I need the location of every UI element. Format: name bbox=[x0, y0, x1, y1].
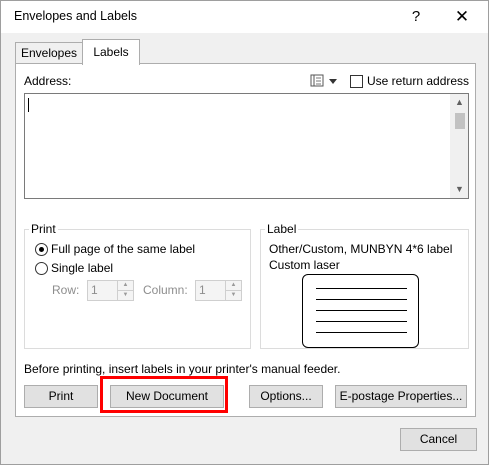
single-label-label: Single label bbox=[51, 261, 114, 275]
preview-line bbox=[316, 299, 407, 300]
label-preview[interactable] bbox=[302, 274, 419, 348]
e-postage-properties-button[interactable]: E-postage Properties... bbox=[335, 385, 467, 408]
use-return-address-checkbox[interactable] bbox=[350, 75, 363, 88]
title-bar: Envelopes and Labels ? ✕ bbox=[1, 1, 488, 33]
column-up-arrow-icon[interactable]: ▲ bbox=[226, 281, 241, 291]
row-label: Row: bbox=[52, 283, 80, 297]
print-group: Print Full page of the same label Single… bbox=[24, 222, 251, 349]
address-book-icon[interactable] bbox=[309, 73, 339, 89]
column-label: Column: bbox=[143, 283, 188, 297]
text-caret bbox=[28, 98, 29, 112]
row-down-arrow-icon[interactable]: ▼ bbox=[118, 291, 133, 300]
print-group-title: Print bbox=[29, 222, 58, 236]
options-button[interactable]: Options... bbox=[249, 385, 323, 408]
help-button[interactable]: ? bbox=[393, 1, 439, 33]
tab-labels[interactable]: Labels bbox=[82, 39, 140, 65]
row-value: 1 bbox=[91, 283, 98, 297]
address-scrollbar[interactable]: ▲ ▼ bbox=[450, 94, 468, 198]
dialog-title: Envelopes and Labels bbox=[14, 9, 138, 23]
address-label: Address: bbox=[24, 74, 72, 88]
label-group-title: Label bbox=[265, 222, 299, 236]
scroll-down-arrow-icon[interactable]: ▼ bbox=[451, 181, 468, 198]
preview-line bbox=[316, 321, 407, 322]
column-stepper[interactable]: 1 ▲ ▼ bbox=[195, 280, 242, 301]
use-return-address-label: Use return address bbox=[367, 74, 470, 88]
address-textarea[interactable]: ▲ ▼ bbox=[24, 93, 469, 199]
cancel-button[interactable]: Cancel bbox=[400, 428, 477, 451]
scroll-thumb[interactable] bbox=[455, 113, 465, 129]
close-button[interactable]: ✕ bbox=[439, 1, 485, 33]
single-label-radio[interactable] bbox=[35, 262, 48, 275]
row-up-arrow-icon[interactable]: ▲ bbox=[118, 281, 133, 291]
row-spin-buttons[interactable]: ▲ ▼ bbox=[117, 281, 133, 300]
label-type: Custom laser bbox=[269, 258, 340, 272]
full-page-label: Full page of the same label bbox=[51, 242, 196, 256]
label-product-name: Other/Custom, MUNBYN 4*6 label bbox=[269, 242, 453, 256]
preview-line bbox=[316, 310, 407, 311]
print-button[interactable]: Print bbox=[24, 385, 98, 408]
scroll-up-arrow-icon[interactable]: ▲ bbox=[451, 94, 468, 111]
new-document-button[interactable]: New Document bbox=[110, 385, 224, 408]
envelopes-and-labels-dialog: Envelopes and Labels ? ✕ Envelopes Label… bbox=[0, 0, 489, 465]
column-value: 1 bbox=[199, 283, 206, 297]
column-down-arrow-icon[interactable]: ▼ bbox=[226, 291, 241, 300]
preview-line bbox=[316, 332, 407, 333]
preview-line bbox=[316, 288, 407, 289]
column-spin-buttons[interactable]: ▲ ▼ bbox=[225, 281, 241, 300]
manual-feeder-notice: Before printing, insert labels in your p… bbox=[24, 362, 341, 376]
full-page-radio[interactable] bbox=[35, 243, 48, 256]
tab-envelopes[interactable]: Envelopes bbox=[15, 42, 83, 63]
row-stepper[interactable]: 1 ▲ ▼ bbox=[87, 280, 134, 301]
label-group[interactable]: Label Other/Custom, MUNBYN 4*6 label Cus… bbox=[260, 222, 469, 349]
labels-tab-panel: Address: Use return address ▲ ▼ Print Fu… bbox=[15, 63, 476, 417]
